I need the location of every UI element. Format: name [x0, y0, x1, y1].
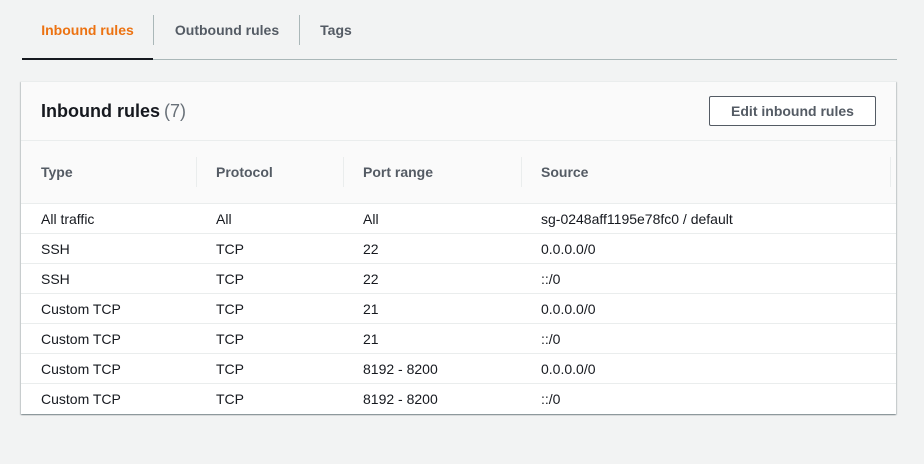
- cell-source: 0.0.0.0/0: [541, 300, 596, 317]
- column-resizer[interactable]: [196, 157, 197, 187]
- cell-type: Custom TCP: [41, 300, 121, 317]
- table-row: Custom TCP TCP 21 0.0.0.0/0: [21, 294, 896, 324]
- cell-port-range: 21: [363, 300, 379, 317]
- cell-protocol: TCP: [216, 270, 244, 287]
- cell-type: Custom TCP: [41, 360, 121, 377]
- cell-type: Custom TCP: [41, 330, 121, 347]
- tab-inbound-rules[interactable]: Inbound rules: [22, 0, 153, 60]
- cell-type: All traffic: [41, 210, 95, 227]
- column-header-port-range[interactable]: Port range: [363, 141, 433, 203]
- cell-source: ::/0: [541, 270, 561, 287]
- rule-count: (7): [164, 101, 186, 121]
- panel-title-text: Inbound rules: [41, 101, 160, 121]
- edit-inbound-rules-button[interactable]: Edit inbound rules: [709, 96, 876, 126]
- cell-port-range: 8192 - 8200: [363, 390, 438, 407]
- table-row: Custom TCP TCP 8192 - 8200 0.0.0.0/0: [21, 354, 896, 384]
- cell-protocol: TCP: [216, 300, 244, 317]
- table-row: SSH TCP 22 ::/0: [21, 264, 896, 294]
- column-resizer[interactable]: [521, 157, 522, 187]
- cell-type: Custom TCP: [41, 390, 121, 407]
- table-row: SSH TCP 22 0.0.0.0/0: [21, 234, 896, 264]
- cell-protocol: TCP: [216, 390, 244, 407]
- panel-header: Inbound rules (7) Edit inbound rules: [21, 82, 896, 141]
- tab-bar: Inbound rules Outbound rules Tags: [22, 0, 897, 60]
- cell-port-range: 22: [363, 240, 379, 257]
- cell-source: ::/0: [541, 330, 561, 347]
- table-row: Custom TCP TCP 8192 - 8200 ::/0: [21, 384, 896, 414]
- cell-protocol: TCP: [216, 360, 244, 377]
- tab-tags[interactable]: Tags: [300, 0, 372, 59]
- panel-title: Inbound rules (7): [41, 100, 186, 122]
- cell-port-range: 21: [363, 330, 379, 347]
- cell-port-range: All: [363, 210, 379, 227]
- cell-source: 0.0.0.0/0: [541, 360, 596, 377]
- column-resizer[interactable]: [890, 157, 891, 187]
- table-row: All traffic All All sg-0248aff1195e78fc0…: [21, 204, 896, 234]
- cell-source: sg-0248aff1195e78fc0 / default: [541, 210, 733, 227]
- table-header: Type Protocol Port range Source: [21, 141, 896, 204]
- rules-table: Type Protocol Port range Source All traf…: [21, 141, 896, 414]
- cell-port-range: 8192 - 8200: [363, 360, 438, 377]
- cell-port-range: 22: [363, 270, 379, 287]
- column-header-source[interactable]: Source: [541, 141, 588, 203]
- table-row: Custom TCP TCP 21 ::/0: [21, 324, 896, 354]
- cell-protocol: All: [216, 210, 232, 227]
- inbound-rules-panel: Inbound rules (7) Edit inbound rules Type…: [21, 81, 896, 414]
- column-header-type[interactable]: Type: [41, 141, 73, 203]
- cell-type: SSH: [41, 240, 70, 257]
- cell-protocol: TCP: [216, 330, 244, 347]
- cell-protocol: TCP: [216, 240, 244, 257]
- cell-type: SSH: [41, 270, 70, 287]
- column-resizer[interactable]: [343, 157, 344, 187]
- column-header-protocol[interactable]: Protocol: [216, 141, 273, 203]
- cell-source: ::/0: [541, 390, 561, 407]
- tab-outbound-rules[interactable]: Outbound rules: [154, 0, 300, 59]
- cell-source: 0.0.0.0/0: [541, 240, 596, 257]
